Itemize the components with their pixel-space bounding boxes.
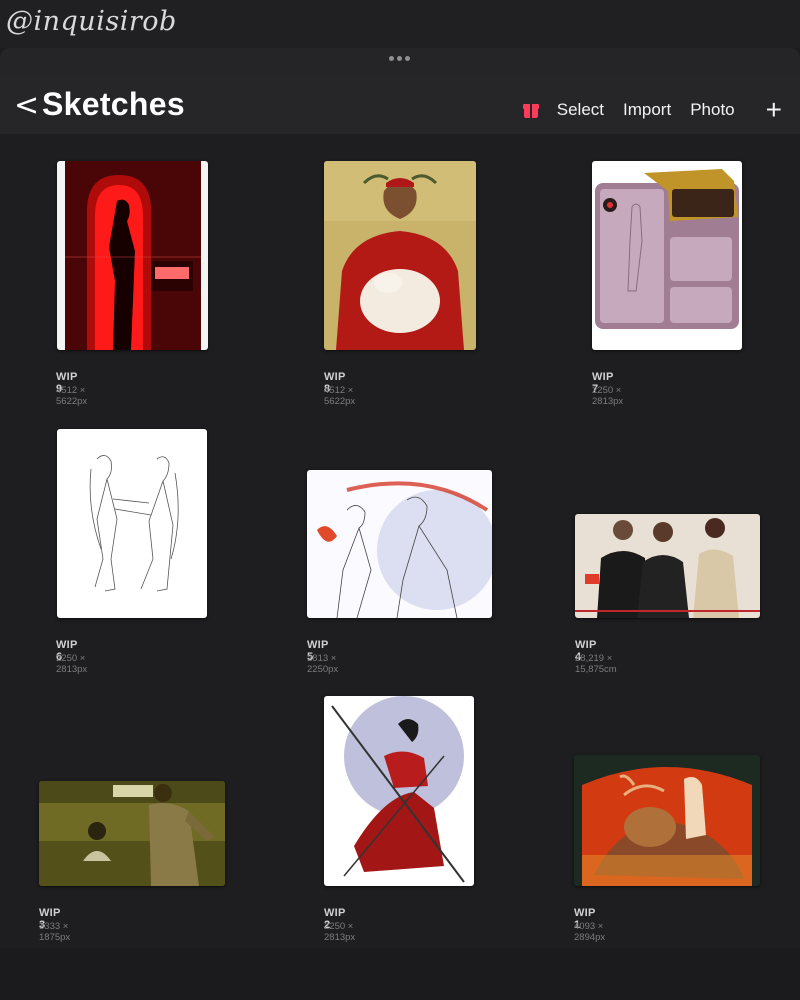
toolbar-actions: Select Import Photo + — [522, 96, 782, 124]
navigation-bar: < Sketches Select Import Photo + — [0, 78, 800, 134]
artwork-thumbnail[interactable] — [574, 755, 760, 886]
gift-icon[interactable] — [522, 101, 539, 119]
artwork-dimensions: 4512 × 5622px — [324, 385, 356, 407]
bottom-bar — [0, 948, 800, 1000]
back-chevron-icon[interactable]: < — [14, 88, 39, 123]
artwork-thumbnail[interactable] — [307, 470, 492, 618]
artwork-thumbnail[interactable] — [324, 161, 476, 350]
artwork-grid: WIP 9 4512 × 5622px WIP 8 4512 × 5622px — [0, 134, 800, 948]
artwork-thumbnail[interactable] — [324, 696, 474, 886]
artwork-dimensions: 4093 × 2894px — [574, 921, 606, 943]
artwork-dimensions: 28,219 × 15,875cm — [575, 653, 617, 675]
artwork-dimensions: 4512 × 5622px — [56, 385, 88, 407]
artwork-thumbnail[interactable] — [57, 161, 208, 350]
more-options-icon[interactable] — [389, 56, 410, 61]
import-button[interactable]: Import — [623, 100, 671, 120]
page-title: Sketches — [42, 86, 185, 122]
artwork-dimensions: 3333 × 1875px — [39, 921, 71, 943]
artwork-dimensions: 2250 × 2813px — [324, 921, 356, 943]
select-button[interactable]: Select — [557, 100, 604, 120]
artwork-thumbnail[interactable] — [592, 161, 742, 350]
artwork-thumbnail[interactable] — [57, 429, 207, 618]
watermark: @inquisirob — [6, 6, 177, 37]
artwork-thumbnail[interactable] — [575, 514, 760, 618]
photo-button[interactable]: Photo — [690, 100, 734, 120]
add-icon[interactable]: + — [766, 96, 782, 124]
artwork-thumbnail[interactable] — [39, 781, 225, 886]
artwork-dimensions: 2250 × 2813px — [56, 653, 88, 675]
artwork-dimensions: 2250 × 2813px — [592, 385, 624, 407]
artwork-dimensions: 2813 × 2250px — [307, 653, 339, 675]
